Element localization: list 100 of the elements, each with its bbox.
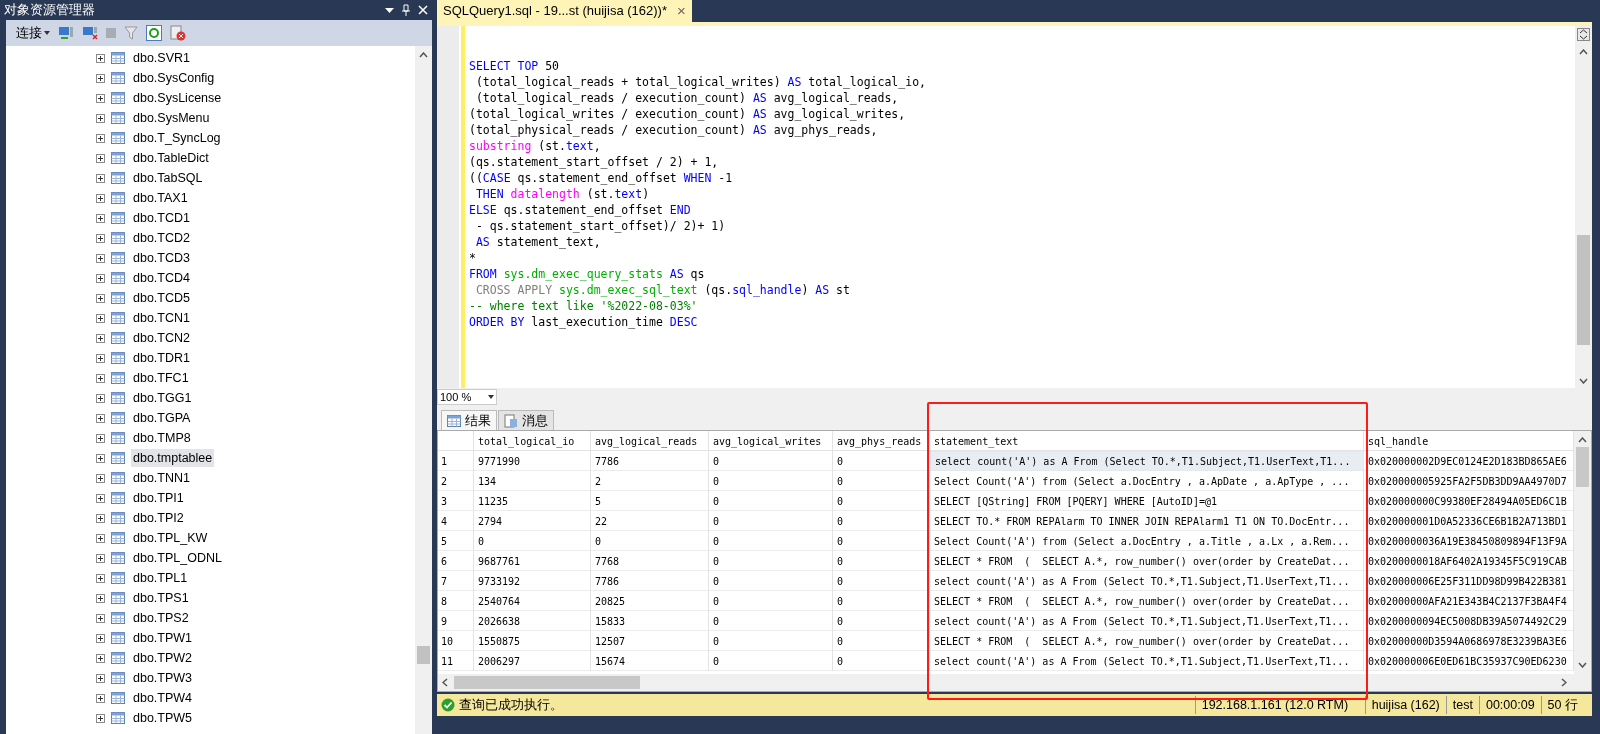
table-node[interactable]: dbo.T_SyncLog <box>131 128 223 148</box>
expand-icon[interactable] <box>96 213 105 223</box>
table-node[interactable]: dbo.TPW4 <box>131 688 195 708</box>
table-node[interactable]: dbo.TPW3 <box>131 668 195 688</box>
scrollbar-thumb[interactable] <box>454 676 640 689</box>
column-header[interactable]: avg_phys_reads <box>833 431 930 451</box>
expand-icon[interactable] <box>96 53 105 63</box>
table-node[interactable]: dbo.TGPA <box>131 408 193 428</box>
table-node[interactable]: dbo.TCD2 <box>131 228 192 248</box>
expand-icon[interactable] <box>96 73 105 83</box>
row-number[interactable]: 4 <box>438 511 474 531</box>
table-node[interactable]: dbo.SysConfig <box>131 68 217 88</box>
table-node[interactable]: dbo.TCD3 <box>131 248 192 268</box>
scroll-up-icon[interactable] <box>1578 437 1587 443</box>
scroll-left-icon[interactable] <box>442 678 448 687</box>
table-node[interactable]: dbo.TCD5 <box>131 288 192 308</box>
table-node[interactable]: dbo.TNN1 <box>131 468 192 488</box>
scroll-up-icon[interactable] <box>419 52 428 58</box>
dropdown-icon[interactable] <box>385 7 394 13</box>
table-node[interactable]: dbo.TPS1 <box>131 588 191 608</box>
table-node[interactable]: dbo.TMP8 <box>131 428 193 448</box>
results-tab[interactable]: 结果 <box>441 410 497 430</box>
scrollbar-thumb[interactable] <box>1577 235 1590 345</box>
table-node[interactable]: dbo.TPI2 <box>131 508 186 528</box>
table-node[interactable]: dbo.TGG1 <box>131 388 194 408</box>
table-node[interactable]: dbo.TAX1 <box>131 188 190 208</box>
expand-icon[interactable] <box>96 133 105 143</box>
scrollbar-thumb[interactable] <box>1576 447 1589 487</box>
table-node[interactable]: dbo.TPS2 <box>131 608 191 628</box>
table-node[interactable]: dbo.TCN1 <box>131 308 192 328</box>
tab-close-button[interactable]: × <box>677 0 686 23</box>
table-node[interactable]: dbo.TableDict <box>131 148 211 168</box>
expand-icon[interactable] <box>96 593 105 603</box>
expand-icon[interactable] <box>96 413 105 423</box>
table-node[interactable]: dbo.TCD1 <box>131 208 192 228</box>
connect-button[interactable]: 连接 <box>16 23 50 43</box>
pin-icon[interactable] <box>402 4 410 16</box>
expand-icon[interactable] <box>96 433 105 443</box>
expand-icon[interactable] <box>96 333 105 343</box>
refresh-icon[interactable] <box>146 25 162 41</box>
scroll-right-icon[interactable] <box>1561 678 1567 687</box>
row-number[interactable]: 3 <box>438 491 474 511</box>
expand-icon[interactable] <box>96 453 105 463</box>
vertical-scrollbar[interactable] <box>415 46 432 734</box>
script-error-icon[interactable] <box>170 25 186 41</box>
expand-icon[interactable] <box>96 533 105 543</box>
table-node[interactable]: dbo.SysLicense <box>131 88 224 108</box>
expand-icon[interactable] <box>96 253 105 263</box>
row-number[interactable]: 10 <box>438 631 474 651</box>
expand-icon[interactable] <box>96 653 105 663</box>
scrollbar-thumb[interactable] <box>417 646 430 664</box>
row-number[interactable]: 8 <box>438 591 474 611</box>
table-node[interactable]: dbo.TPL_ODNL <box>131 548 224 568</box>
table-node[interactable]: dbo.TabSQL <box>131 168 205 188</box>
expand-icon[interactable] <box>96 473 105 483</box>
table-node[interactable]: dbo.TCN2 <box>131 328 192 348</box>
row-number[interactable]: 9 <box>438 611 474 631</box>
column-header[interactable]: avg_logical_reads <box>591 431 709 451</box>
query-tab[interactable]: SQLQuery1.sql - 19...st (huijisa (162))* × <box>437 0 692 22</box>
disconnect-server-icon[interactable] <box>82 26 98 40</box>
expand-icon[interactable] <box>96 233 105 243</box>
row-number[interactable]: 7 <box>438 571 474 591</box>
column-header[interactable]: total_logical_io <box>474 431 591 451</box>
results-tab[interactable]: 消息 <box>498 410 554 430</box>
table-node[interactable]: dbo.TCD4 <box>131 268 192 288</box>
expand-icon[interactable] <box>96 173 105 183</box>
row-number[interactable]: 5 <box>438 531 474 551</box>
table-node[interactable]: dbo.TPW5 <box>131 708 195 728</box>
expand-icon[interactable] <box>96 193 105 203</box>
expand-icon[interactable] <box>96 393 105 403</box>
table-node[interactable]: dbo.SVR1 <box>131 48 192 68</box>
expand-icon[interactable] <box>96 93 105 103</box>
expand-icon[interactable] <box>96 613 105 623</box>
expand-icon[interactable] <box>96 633 105 643</box>
table-node[interactable]: dbo.SysMenu <box>131 108 212 128</box>
expand-icon[interactable] <box>96 693 105 703</box>
expand-icon[interactable] <box>96 293 105 303</box>
row-number[interactable]: 11 <box>438 651 474 671</box>
expand-icon[interactable] <box>96 313 105 323</box>
table-node[interactable]: dbo.TPW1 <box>131 628 195 648</box>
expand-icon[interactable] <box>96 493 105 503</box>
table-node[interactable]: dbo.TPW2 <box>131 648 195 668</box>
scroll-up-icon[interactable] <box>1579 49 1588 55</box>
close-icon[interactable] <box>418 5 428 15</box>
row-number[interactable]: 2 <box>438 471 474 491</box>
expand-icon[interactable] <box>96 713 105 723</box>
expand-icon[interactable] <box>96 113 105 123</box>
row-number[interactable]: 1 <box>438 451 474 471</box>
expand-icon[interactable] <box>96 273 105 283</box>
table-node[interactable]: dbo.TPL_KW <box>131 528 210 548</box>
table-node[interactable]: dbo.TFC1 <box>131 368 191 388</box>
scroll-down-icon[interactable] <box>1579 378 1588 384</box>
expand-icon[interactable] <box>96 373 105 383</box>
expand-icon[interactable] <box>96 153 105 163</box>
table-node[interactable]: dbo.TPI1 <box>131 488 186 508</box>
row-number[interactable]: 6 <box>438 551 474 571</box>
table-node[interactable]: dbo.tmptablee <box>131 448 215 468</box>
split-icon[interactable] <box>1577 28 1590 41</box>
expand-icon[interactable] <box>96 673 105 683</box>
scroll-down-icon[interactable] <box>1578 662 1587 668</box>
